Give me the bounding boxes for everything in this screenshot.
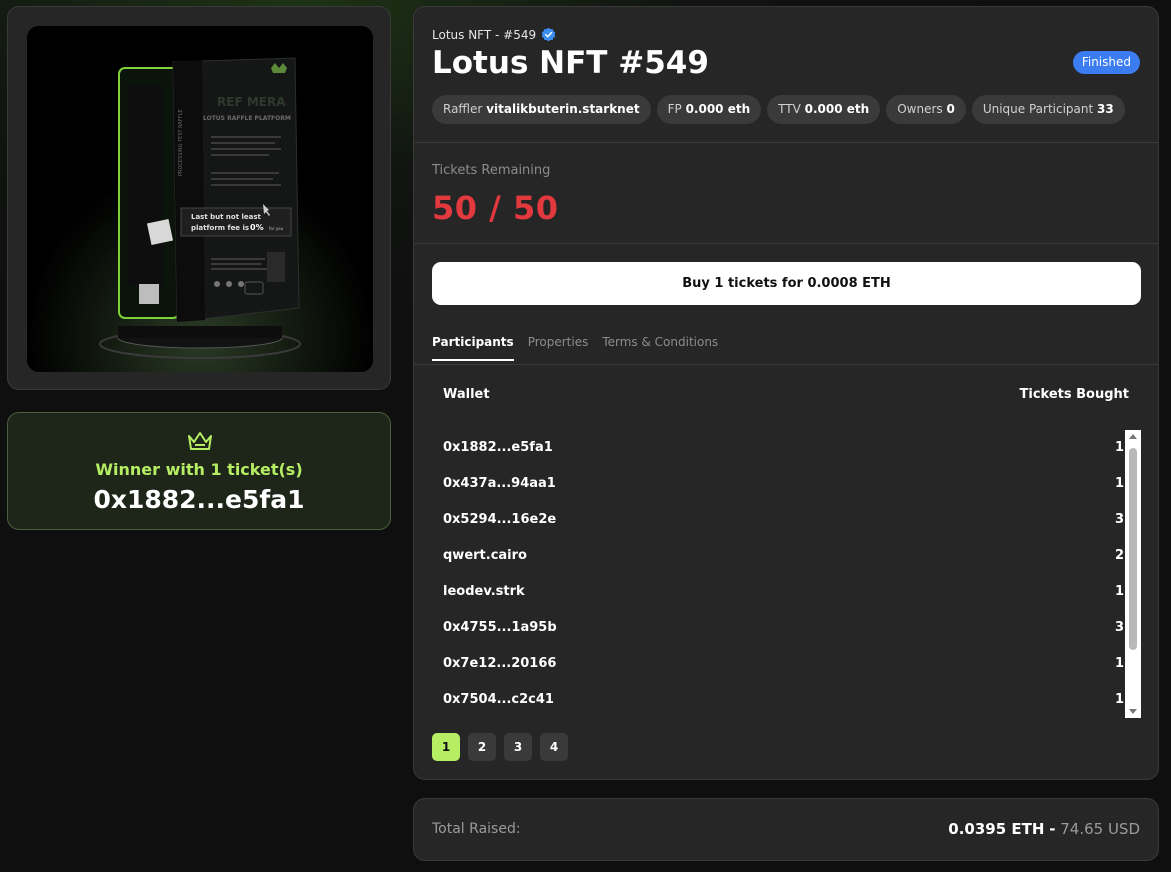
wallet-cell[interactable]: 0x4755...1a95b <box>443 620 557 635</box>
chip-floor-price: FP 0.000 eth <box>656 95 762 124</box>
verified-badge-icon <box>541 27 556 42</box>
chip-value: 33 <box>1097 102 1114 116</box>
nft-artwork: REF MERA LOTUS RAFFLE PLATFORM Last but … <box>27 26 373 372</box>
scroll-up-arrow-icon[interactable] <box>1129 434 1137 439</box>
chip-label: Raffler <box>443 102 483 116</box>
table-row: qwert.cairo 2 <box>432 539 1124 575</box>
table-row: 0x4755...1a95b 3 <box>432 611 1124 647</box>
status-badge: Finished <box>1072 51 1140 74</box>
chip-owners: Owners 0 <box>886 95 966 124</box>
tabs: Participants Properties Terms & Conditio… <box>432 335 718 361</box>
tickets-cell: 1 <box>1114 656 1124 671</box>
table-row: 0x7e12...20166 1 <box>432 647 1124 683</box>
tickets-remaining-label: Tickets Remaining <box>432 163 551 178</box>
participants-table: 0x1882...e5fa1 1 0x437a...94aa1 1 0x5294..… <box>432 431 1124 719</box>
participants-scrollbar[interactable] <box>1125 430 1141 718</box>
chip-value: 0 <box>946 102 955 116</box>
total-raised-label: Total Raised: <box>432 821 521 837</box>
wallet-cell[interactable]: qwert.cairo <box>443 548 527 563</box>
column-header-tickets: Tickets Bought <box>1019 387 1130 402</box>
scroll-down-arrow-icon[interactable] <box>1129 709 1137 714</box>
winner-card: Winner with 1 ticket(s) 0x1882...e5fa1 <box>7 412 391 530</box>
chip-value: vitalikbuterin.starknet <box>486 102 640 116</box>
tickets-cell: 3 <box>1114 620 1124 635</box>
total-raised-eth: 0.0395 ETH <box>948 820 1045 838</box>
total-raised-value: 0.0395 ETH - 74.65 USD <box>948 820 1140 838</box>
wallet-cell[interactable]: 0x5294...16e2e <box>443 512 556 527</box>
wallet-cell[interactable]: 0x1882...e5fa1 <box>443 440 553 455</box>
card-note-suffix: for you <box>269 226 284 231</box>
wallet-cell[interactable]: 0x7e12...20166 <box>443 656 556 671</box>
collection-subtitle: Lotus NFT - #549 <box>432 27 556 42</box>
tickets-cell: 2 <box>1114 548 1124 563</box>
table-row: 0x7504...c2c41 1 <box>432 683 1124 719</box>
chip-label: FP <box>667 102 682 116</box>
card-note-line1: Last but not least <box>191 213 262 221</box>
tickets-cell: 1 <box>1114 440 1124 455</box>
wallet-cell[interactable]: leodev.strk <box>443 584 525 599</box>
card-note-highlight: 0% <box>250 223 264 232</box>
card-spine-text: PROCESSING TEST RAFFLE <box>178 109 184 176</box>
page-button-2[interactable]: 2 <box>468 733 496 761</box>
wallet-cell[interactable]: 0x7504...c2c41 <box>443 692 554 707</box>
stats-chips: Raffler vitalikbuterin.starknet FP 0.000… <box>432 95 1125 124</box>
chip-label: TTV <box>778 102 801 116</box>
tickets-cell: 1 <box>1114 476 1124 491</box>
chip-label: Owners <box>897 102 943 116</box>
total-raised-card: Total Raised: 0.0395 ETH - 74.65 USD <box>413 798 1159 861</box>
table-row: 0x1882...e5fa1 1 <box>432 431 1124 467</box>
card-heading-text: REF MERA <box>217 95 286 109</box>
tab-properties[interactable]: Properties <box>528 335 589 361</box>
tab-participants[interactable]: Participants <box>432 335 514 361</box>
collection-name: Lotus NFT - #549 <box>432 27 537 42</box>
page-title: Lotus NFT #549 <box>432 45 709 81</box>
divider <box>414 243 1158 244</box>
total-raised-usd: 74.65 USD <box>1060 820 1140 838</box>
table-row: leodev.strk 1 <box>432 575 1124 611</box>
tickets-cell: 3 <box>1114 512 1124 527</box>
tab-terms-conditions[interactable]: Terms & Conditions <box>602 335 718 361</box>
pagination: 1 2 3 4 <box>432 733 568 761</box>
table-row: 0x5294...16e2e 3 <box>432 503 1124 539</box>
tabs-divider <box>414 364 1158 365</box>
table-row: 0x437a...94aa1 1 <box>432 467 1124 503</box>
card-subheading-text: LOTUS RAFFLE PLATFORM <box>203 115 291 122</box>
tickets-remaining-value: 50 / 50 <box>432 189 559 227</box>
scroll-thumb[interactable] <box>1129 448 1137 650</box>
buy-tickets-button[interactable]: Buy 1 tickets for 0.0008 ETH <box>432 262 1141 305</box>
total-raised-separator: - <box>1049 820 1056 838</box>
nft-image: REF MERA LOTUS RAFFLE PLATFORM Last but … <box>27 26 373 372</box>
card-note-line2: platform fee is <box>191 224 249 232</box>
column-header-wallet: Wallet <box>443 387 490 402</box>
winner-label: Winner with 1 ticket(s) <box>95 460 303 479</box>
chip-value: 0.000 eth <box>685 102 751 116</box>
tickets-cell: 1 <box>1114 692 1124 707</box>
winner-address: 0x1882...e5fa1 <box>93 485 305 514</box>
chip-ttv: TTV 0.000 eth <box>767 95 881 124</box>
chip-label: Unique Participant <box>982 102 1094 116</box>
wallet-cell[interactable]: 0x437a...94aa1 <box>443 476 556 491</box>
nft-image-card: REF MERA LOTUS RAFFLE PLATFORM Last but … <box>7 6 391 390</box>
page-button-1[interactable]: 1 <box>432 733 460 761</box>
chip-raffler[interactable]: Raffler vitalikbuterin.starknet <box>432 95 651 124</box>
raffle-details-card: Lotus NFT - #549 Lotus NFT #549 Finished… <box>413 6 1159 780</box>
divider <box>414 142 1158 143</box>
page-button-3[interactable]: 3 <box>504 733 532 761</box>
tickets-cell: 1 <box>1114 584 1124 599</box>
chip-value: 0.000 eth <box>804 102 870 116</box>
chip-unique-participants: Unique Participant 33 <box>971 95 1125 124</box>
page-button-4[interactable]: 4 <box>540 733 568 761</box>
crown-icon <box>188 432 212 450</box>
